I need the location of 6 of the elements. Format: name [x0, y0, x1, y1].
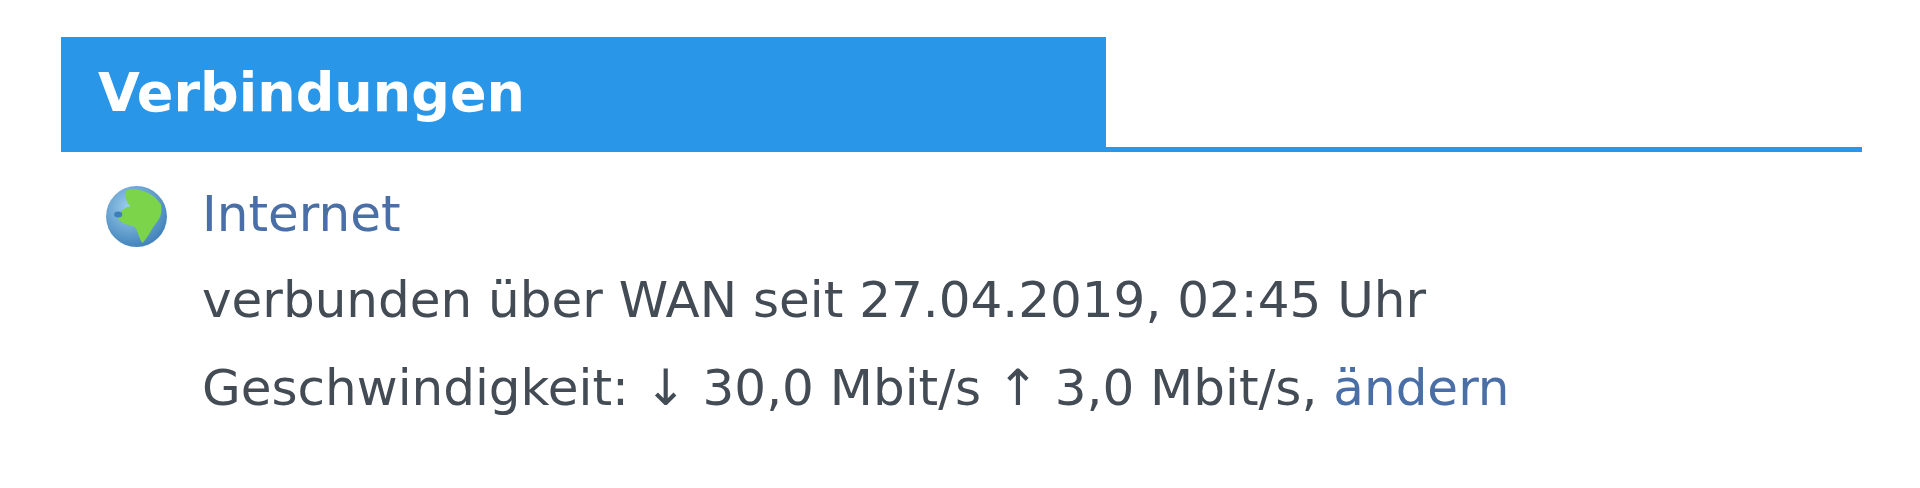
connection-status: verbunden über WAN seit 27.04.2019, 02:45 Uhr — [202, 270, 1428, 331]
section-title: Verbindungen — [61, 37, 1106, 147]
change-link[interactable]: ändern — [1333, 344, 1510, 432]
globe-icon — [104, 184, 169, 249]
connection-link[interactable]: Internet — [202, 172, 401, 256]
speed-info: Geschwindigkeit: ↓ 30,0 Mbit/s ↑ 3,0 Mbit/s, — [202, 358, 1318, 419]
